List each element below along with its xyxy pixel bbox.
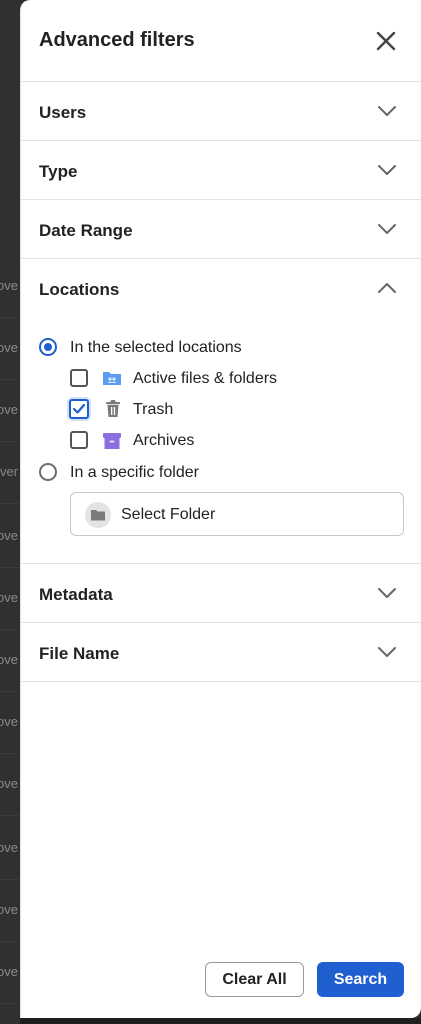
background-row-text: ove [0,402,18,417]
option-trash-label: Trash [133,401,174,418]
archive-box-icon [103,433,121,449]
checkbox-trash[interactable] [69,399,89,419]
advanced-filters-panel: Advanced filters Users Type Date Range L… [20,0,421,1018]
background-row: ove [0,506,20,568]
close-icon [376,31,396,51]
background-row: ove [0,318,20,380]
background-row-text: ove [0,652,18,667]
background-row-text: ove [0,340,18,355]
section-metadata-label: Metadata [39,585,113,604]
background-row-text: ove [0,528,18,543]
radio-selected-locations[interactable] [39,338,57,356]
background-row: ove [0,942,20,1004]
select-folder-label: Select Folder [121,506,216,523]
chevron-down-icon [378,165,396,175]
folder-icon [91,510,105,521]
background-row-text: ove [0,590,18,605]
background-row: ove [0,256,20,318]
section-users[interactable]: Users [21,82,421,141]
option-archives-label: Archives [133,432,195,449]
chevron-up-icon [378,283,396,293]
section-file-name-label: File Name [39,644,120,663]
background-row: ove [0,754,20,816]
select-folder-button[interactable]: Select Folder [70,492,404,536]
section-metadata[interactable]: Metadata [21,564,421,623]
chevron-down-icon [378,588,396,598]
background-row: ove [0,380,20,442]
chevron-down-icon [378,106,396,116]
radio-specific-folder-label: In a specific folder [70,464,199,481]
locations-body: In the selected locations Active files &… [21,319,421,564]
search-button[interactable]: Search [317,962,404,997]
checkbox-active-files[interactable] [70,369,88,387]
panel-title: Advanced filters [39,29,195,51]
panel-header: Advanced filters [21,0,421,82]
background-row: ove [0,630,20,692]
panel-bottom-edge [20,1018,421,1024]
background-row-text: ove [0,278,18,293]
section-file-name[interactable]: File Name [21,623,421,682]
chevron-down-icon [378,224,396,234]
background-row: ove [0,568,20,630]
close-button[interactable] [374,29,398,53]
background-row: ove [0,692,20,754]
background-row-text: ove [0,714,18,729]
clear-all-button[interactable]: Clear All [205,962,304,997]
section-date-range[interactable]: Date Range [21,200,421,259]
trash-icon [106,400,120,417]
section-users-label: Users [39,103,87,122]
section-locations[interactable]: Locations [21,259,421,318]
background-row: ver [0,442,20,504]
background-row-text: ove [0,840,18,855]
background-row: ove [0,880,20,942]
folder-icon-circle [85,502,111,528]
background-row-text: ove [0,776,18,791]
chevron-down-icon [378,647,396,657]
background-row-text: ver [0,464,18,479]
section-type[interactable]: Type [21,141,421,200]
checkbox-archives[interactable] [70,431,88,449]
option-active-files-label: Active files & folders [133,370,278,387]
section-date-range-label: Date Range [39,221,133,240]
section-type-label: Type [39,162,78,181]
folder-people-icon [103,372,121,385]
background-row-text: ove [0,902,18,917]
section-locations-label: Locations [39,280,120,299]
radio-specific-folder[interactable] [39,463,57,481]
background-row-text: ove [0,964,18,979]
radio-selected-locations-label: In the selected locations [70,339,242,356]
checkmark-icon [72,403,86,414]
background-row: ove [0,818,20,880]
